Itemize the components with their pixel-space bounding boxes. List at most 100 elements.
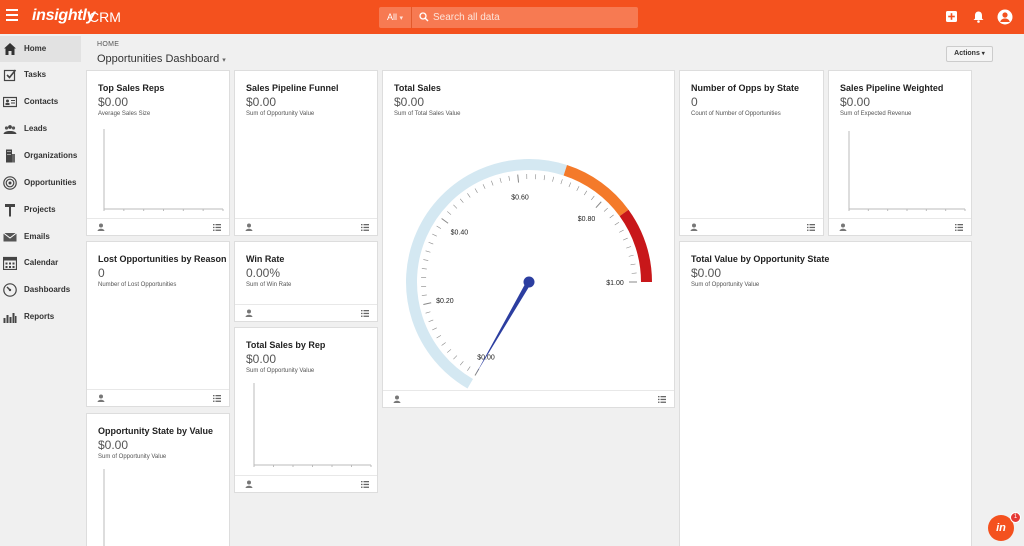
gauge-tick	[421, 294, 427, 296]
total-sales-by-rep-card: Total Sales by Rep $0.00 Sum of Opportun…	[234, 327, 378, 493]
card-value: $0.00	[246, 95, 277, 109]
chevron-down-icon: ▾	[222, 57, 226, 64]
card-title: Lost Opportunities by Reason	[98, 254, 227, 264]
leads-icon	[3, 125, 17, 134]
notifications-bell-icon[interactable]	[973, 11, 984, 23]
list-view-icon[interactable]	[361, 481, 369, 488]
list-view-icon[interactable]	[361, 310, 369, 317]
sidebar-item-label: Home	[24, 44, 47, 53]
owner-person-icon[interactable]	[690, 223, 698, 231]
card-value: $0.00	[691, 266, 722, 280]
gauge-tick	[425, 311, 431, 314]
card-footer	[680, 218, 823, 235]
chevron-down-icon: ▾	[981, 51, 985, 57]
sidebar-item-emails[interactable]: Emails	[0, 224, 81, 250]
actions-button[interactable]: Actions ▾	[946, 46, 993, 62]
user-profile-icon[interactable]	[997, 9, 1013, 25]
gauge-tick	[453, 355, 458, 360]
page-title-dropdown[interactable]: Opportunities Dashboard ▾	[97, 53, 226, 65]
gauge-tick	[425, 250, 431, 253]
sidebar-item-projects[interactable]: Projects	[0, 197, 81, 223]
gauge-tick	[436, 225, 442, 229]
gauge-tick	[453, 204, 458, 209]
sidebar-item-leads[interactable]: Leads	[0, 116, 81, 142]
sidebar-item-calendar[interactable]: Calendar	[0, 250, 81, 276]
gauge-tick	[474, 188, 478, 193]
list-view-icon[interactable]	[213, 395, 221, 402]
card-subtitle: Sum of Opportunity Value	[246, 111, 315, 117]
projects-icon	[5, 204, 15, 217]
top-sales-reps-card: Top Sales Reps $0.00 Average Sales Size	[86, 70, 230, 236]
sidebar-item-organizations[interactable]: Organizations	[0, 143, 81, 169]
search-input[interactable]	[433, 9, 633, 26]
sidebar-item-opportunities[interactable]: Opportunities	[0, 170, 81, 196]
sidebar-item-home[interactable]: Home	[0, 36, 81, 62]
total-sales-gauge: $0.00$0.20$0.40$0.60$0.80$1.00	[406, 159, 652, 389]
card-value: 0.00%	[246, 266, 281, 280]
owner-person-icon[interactable]	[97, 223, 105, 231]
list-view-icon[interactable]	[955, 224, 963, 231]
gauge-tick-label: $0.60	[511, 194, 529, 201]
gauge-tick	[459, 198, 464, 203]
hamburger-menu-icon[interactable]	[6, 9, 18, 23]
card-footer	[383, 390, 674, 407]
gauge-tick	[428, 319, 434, 323]
total-value-by-state-card: Total Value by Opportunity State $0.00 S…	[679, 241, 972, 546]
card-subtitle: Sum of Win Rate	[246, 282, 292, 288]
calendar-icon	[3, 256, 17, 270]
owner-person-icon[interactable]	[245, 223, 253, 231]
sidebar-item-label: Reports	[24, 312, 55, 321]
card-footer	[87, 218, 229, 235]
owner-person-icon[interactable]	[245, 309, 253, 317]
list-view-icon[interactable]	[658, 396, 666, 403]
add-new-icon[interactable]	[946, 11, 957, 22]
gauge-tick	[467, 193, 471, 198]
card-footer	[829, 218, 971, 235]
assistant-button-label: in	[996, 522, 1006, 534]
owner-person-icon[interactable]	[245, 480, 253, 488]
gauge-tick	[630, 263, 636, 266]
insightly-logo[interactable]: insightly	[32, 7, 95, 25]
gauge-band-warning	[563, 165, 629, 217]
notification-count-badge: 1	[1010, 512, 1021, 523]
gauge-tick	[491, 180, 494, 186]
sidebar-item-label: Tasks	[24, 70, 47, 79]
card-footer	[235, 304, 377, 321]
search-scope-dropdown[interactable]: All ▾	[379, 7, 412, 28]
card-value: 0	[98, 266, 105, 280]
gauge-tick	[619, 229, 624, 233]
win-rate-card: Win Rate 0.00% Sum of Win Rate	[234, 241, 378, 322]
gauge-tick	[583, 190, 588, 196]
dashboards-icon	[3, 283, 17, 297]
gauge-tick	[423, 302, 432, 305]
sidebar-item-reports[interactable]: Reports	[0, 304, 81, 330]
card-footer	[235, 218, 377, 235]
gauge-needle	[476, 280, 532, 374]
total-sales-card: Total Sales $0.00 Sum of Total Sales Val…	[382, 70, 675, 408]
list-view-icon[interactable]	[213, 224, 221, 231]
empty-chart-axes	[103, 469, 105, 546]
owner-person-icon[interactable]	[839, 223, 847, 231]
card-title: Number of Opps by State	[691, 83, 800, 93]
owner-person-icon[interactable]	[97, 394, 105, 402]
card-subtitle: Sum of Opportunity Value	[691, 282, 760, 288]
top-bar: insightly CRM All ▾	[0, 0, 1024, 34]
tasks-icon	[3, 69, 17, 82]
empty-chart-axes	[253, 383, 372, 467]
card-footer	[87, 389, 229, 406]
sidebar-item-label: Emails	[24, 232, 50, 241]
gauge-tick	[499, 177, 502, 183]
card-title: Sales Pipeline Funnel	[246, 83, 339, 93]
list-view-icon[interactable]	[807, 224, 815, 231]
owner-person-icon[interactable]	[393, 395, 401, 403]
sidebar-item-tasks[interactable]: Tasks	[0, 62, 81, 88]
contacts-icon	[3, 96, 17, 108]
gauge-band-normal	[406, 159, 568, 389]
organizations-icon	[6, 149, 15, 163]
gauge-tick	[421, 268, 427, 270]
sidebar-item-dashboards[interactable]: Dashboards	[0, 277, 81, 303]
list-view-icon[interactable]	[361, 224, 369, 231]
sidebar-item-contacts[interactable]: Contacts	[0, 89, 81, 115]
breadcrumb[interactable]: HOME	[97, 41, 119, 48]
gauge-tick	[459, 361, 464, 366]
